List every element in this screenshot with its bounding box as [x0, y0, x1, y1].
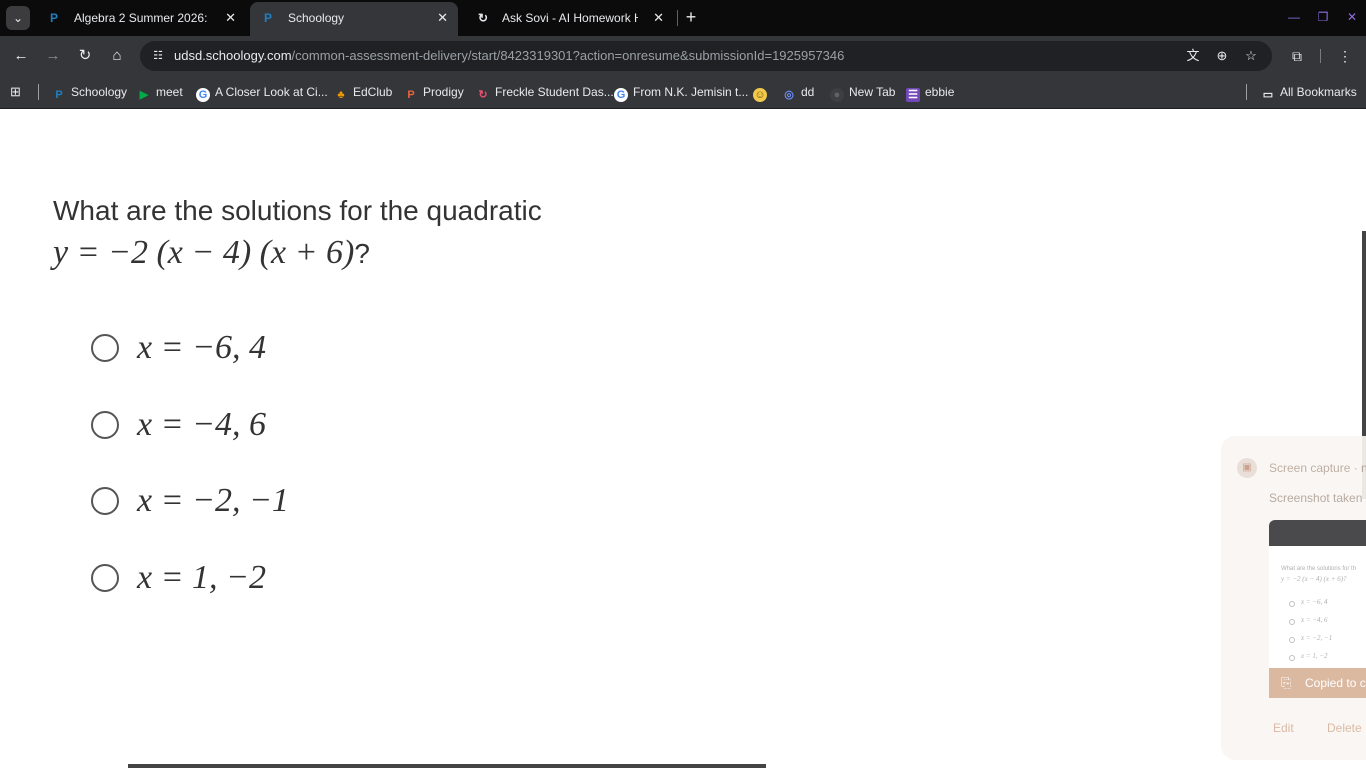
copied-to-clipboard-button[interactable]: ⎘ Copied to c: [1269, 668, 1366, 698]
thumbnail-choice: x = −6, 4: [1301, 598, 1328, 606]
tab-title: Schoology: [288, 11, 345, 25]
tab-title: Algebra 2 Summer 2026: Secti: [74, 11, 210, 25]
tab-ask-sovi[interactable]: ↻ Ask Sovi - AI Homework Helper ✕: [464, 4, 674, 32]
choice-label: x = −4, 6: [137, 406, 266, 443]
list-icon: ☰: [906, 88, 920, 102]
url-text[interactable]: udsd.schoology.com/common-assessment-del…: [174, 41, 844, 71]
question-text: What are the solutions for the quadratic: [53, 195, 542, 226]
choice-label: x = −6, 4: [137, 329, 266, 366]
thumbnail-choice: x = −4, 6: [1301, 616, 1328, 624]
toolbar: ← → ↻ ⌂ ☷ udsd.schoology.com/common-asse…: [0, 36, 1366, 76]
clipboard-check-icon: ⎘: [1281, 675, 1292, 690]
apps-grid-icon[interactable]: ⊞: [10, 84, 26, 100]
bookmark-separator: [1246, 84, 1247, 100]
prodigy-icon: P: [407, 89, 415, 101]
bookmark-schoology[interactable]: P Schoology: [52, 82, 127, 102]
translate-icon[interactable]: 文: [1183, 46, 1203, 66]
new-tab-plus-icon[interactable]: +: [681, 6, 701, 30]
thumbnail-radio: [1289, 655, 1295, 661]
bookmark-freckle[interactable]: ↻ Freckle Student Das...: [476, 82, 613, 102]
home-icon[interactable]: ⌂: [105, 44, 129, 68]
tab-schoology[interactable]: P Schoology ✕: [250, 2, 458, 36]
google-icon: G: [614, 88, 628, 102]
question-equation: y = −2 (x − 4) (x + 6)?: [53, 234, 370, 271]
thumbnail-equation: y = −2 (x − 4) (x + 6)?: [1281, 575, 1347, 583]
globe-icon: ●: [830, 88, 844, 102]
bookmarks-bar: ⊞ P Schoology ▶ meet GA Closer Look at Ci.…: [0, 76, 1366, 109]
emoji-face-icon: ☺: [753, 88, 767, 102]
close-tab-icon[interactable]: ✕: [653, 4, 664, 32]
bookmark-prodigy[interactable]: P Prodigy: [404, 82, 463, 102]
zoom-icon[interactable]: ⊕: [1212, 46, 1232, 66]
bookmark-closer-look[interactable]: GA Closer Look at Ci...: [196, 82, 328, 102]
radio-button[interactable]: [91, 564, 119, 592]
bookmark-jemisin[interactable]: G From N.K. Jemisin t...: [614, 82, 748, 102]
answer-choice-4[interactable]: x = 1, −2: [90, 558, 490, 598]
choice-label: x = −2, −1: [137, 482, 289, 519]
tab-search-chevron-icon[interactable]: ⌄: [6, 6, 30, 30]
tab-algebra-2[interactable]: P Algebra 2 Summer 2026: Secti ✕: [36, 4, 246, 32]
screen-capture-icon: ▣: [1237, 458, 1257, 478]
bookmark-separator: [38, 84, 39, 100]
answer-choice-3[interactable]: x = −2, −1: [90, 481, 490, 521]
browser-chrome: ⌄ P Algebra 2 Summer 2026: Secti ✕ P Sch…: [0, 0, 1366, 109]
bookmark-meet[interactable]: ▶ meet: [137, 82, 183, 102]
toast-title: Screen capture · n: [1269, 461, 1366, 475]
all-bookmarks-folder[interactable]: ▭ All Bookmarks: [1261, 82, 1357, 102]
bookmark-dd[interactable]: ◎ dd: [782, 82, 814, 102]
address-bar[interactable]: ☷ udsd.schoology.com/common-assessment-d…: [140, 41, 1272, 71]
minimize-icon[interactable]: —: [1282, 6, 1306, 28]
back-icon[interactable]: ←: [9, 44, 33, 68]
site-info-icon[interactable]: ☷: [150, 48, 166, 64]
schoology-icon: P: [55, 89, 63, 101]
thumbnail-choice: x = 1, −2: [1301, 652, 1328, 660]
tab-strip: ⌄ P Algebra 2 Summer 2026: Secti ✕ P Sch…: [0, 0, 1366, 36]
thumbnail-radio: [1289, 619, 1295, 625]
thumbnail-radio: [1289, 637, 1295, 643]
schoology-icon: P: [264, 11, 273, 25]
forward-icon[interactable]: →: [41, 44, 65, 68]
answer-choice-1[interactable]: x = −6, 4: [90, 328, 490, 368]
tab-separator: [677, 10, 678, 26]
dd-icon: ◎: [784, 89, 794, 101]
horizontal-scrollbar-thumb[interactable]: [128, 764, 766, 768]
answer-choice-2[interactable]: x = −4, 6: [90, 405, 490, 445]
bookmark-new-tab[interactable]: ● New Tab: [830, 82, 895, 102]
thumbnail-browser-chrome: [1269, 520, 1366, 546]
sovi-icon: ↻: [478, 11, 489, 25]
freckle-icon: ↻: [478, 89, 488, 101]
radio-button[interactable]: [91, 334, 119, 362]
radio-button[interactable]: [91, 411, 119, 439]
menu-kebab-icon[interactable]: ⋮: [1333, 44, 1357, 68]
restore-icon[interactable]: ❐: [1311, 6, 1335, 28]
screenshot-thumbnail[interactable]: What are the solutions for th y = −2 (x …: [1269, 520, 1366, 668]
google-icon: G: [196, 88, 210, 102]
toolbar-separator: [1320, 49, 1321, 63]
close-tab-icon[interactable]: ✕: [437, 2, 448, 34]
extensions-icon[interactable]: ⧉: [1285, 44, 1309, 68]
thumbnail-question: What are the solutions for th: [1281, 566, 1357, 572]
bookmark-edclub[interactable]: ♣ EdClub: [334, 82, 392, 102]
choice-label: x = 1, −2: [137, 559, 266, 596]
meet-icon: ▶: [139, 89, 149, 101]
thumbnail-choice: x = −2, −1: [1301, 634, 1333, 642]
delete-button[interactable]: Delete: [1327, 721, 1362, 735]
radio-button[interactable]: [91, 487, 119, 515]
bookmark-emoji[interactable]: ☺: [753, 82, 772, 102]
close-tab-icon[interactable]: ✕: [225, 4, 236, 32]
reload-icon[interactable]: ↻: [73, 44, 97, 68]
edclub-icon: ♣: [337, 89, 345, 101]
edit-button[interactable]: Edit: [1273, 721, 1294, 735]
assessment-page: What are the solutions for the quadratic…: [0, 109, 1366, 768]
bookmark-star-icon[interactable]: ☆: [1241, 46, 1261, 66]
toast-subtitle: Screenshot taken: [1269, 491, 1363, 505]
close-window-icon[interactable]: ✕: [1340, 6, 1364, 28]
screen-capture-toast: ▣ Screen capture · n Screenshot taken Wh…: [1221, 436, 1366, 760]
tab-title: Ask Sovi - AI Homework Helper: [502, 11, 638, 25]
bookmark-ebbie[interactable]: ☰ ebbie: [906, 82, 954, 102]
thumbnail-radio: [1289, 601, 1295, 607]
folder-icon: ▭: [1262, 89, 1274, 101]
schoology-icon: P: [50, 11, 59, 25]
